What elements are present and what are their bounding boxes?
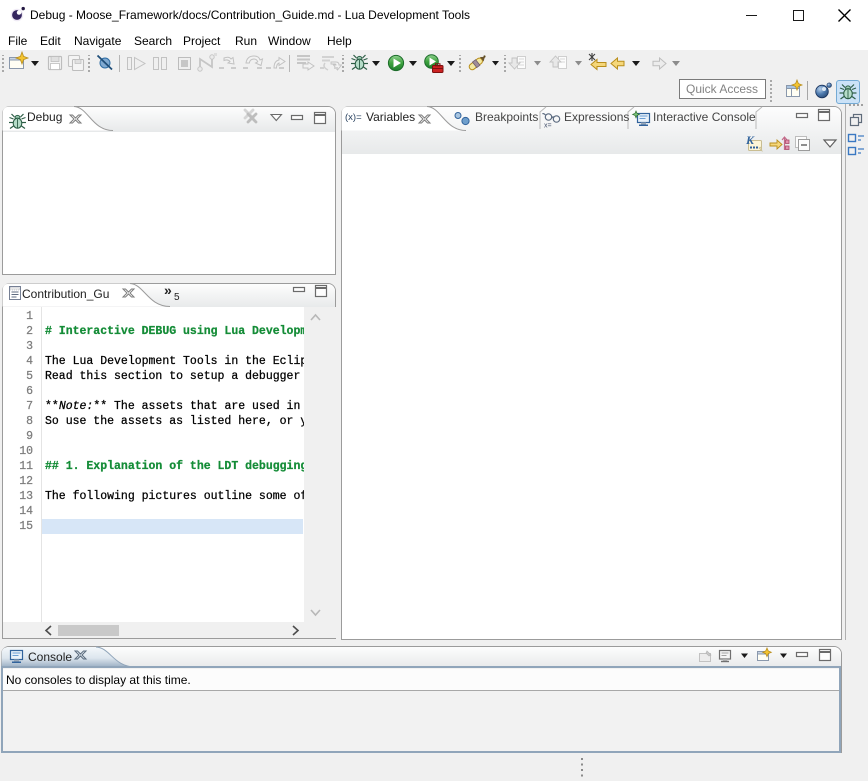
svg-text:5: 5 <box>174 292 180 303</box>
svg-text:(x)=: (x)= <box>345 112 362 123</box>
svg-text:»: » <box>164 282 172 298</box>
svg-text:x=: x= <box>544 123 552 130</box>
svg-text:K: K <box>745 133 755 147</box>
